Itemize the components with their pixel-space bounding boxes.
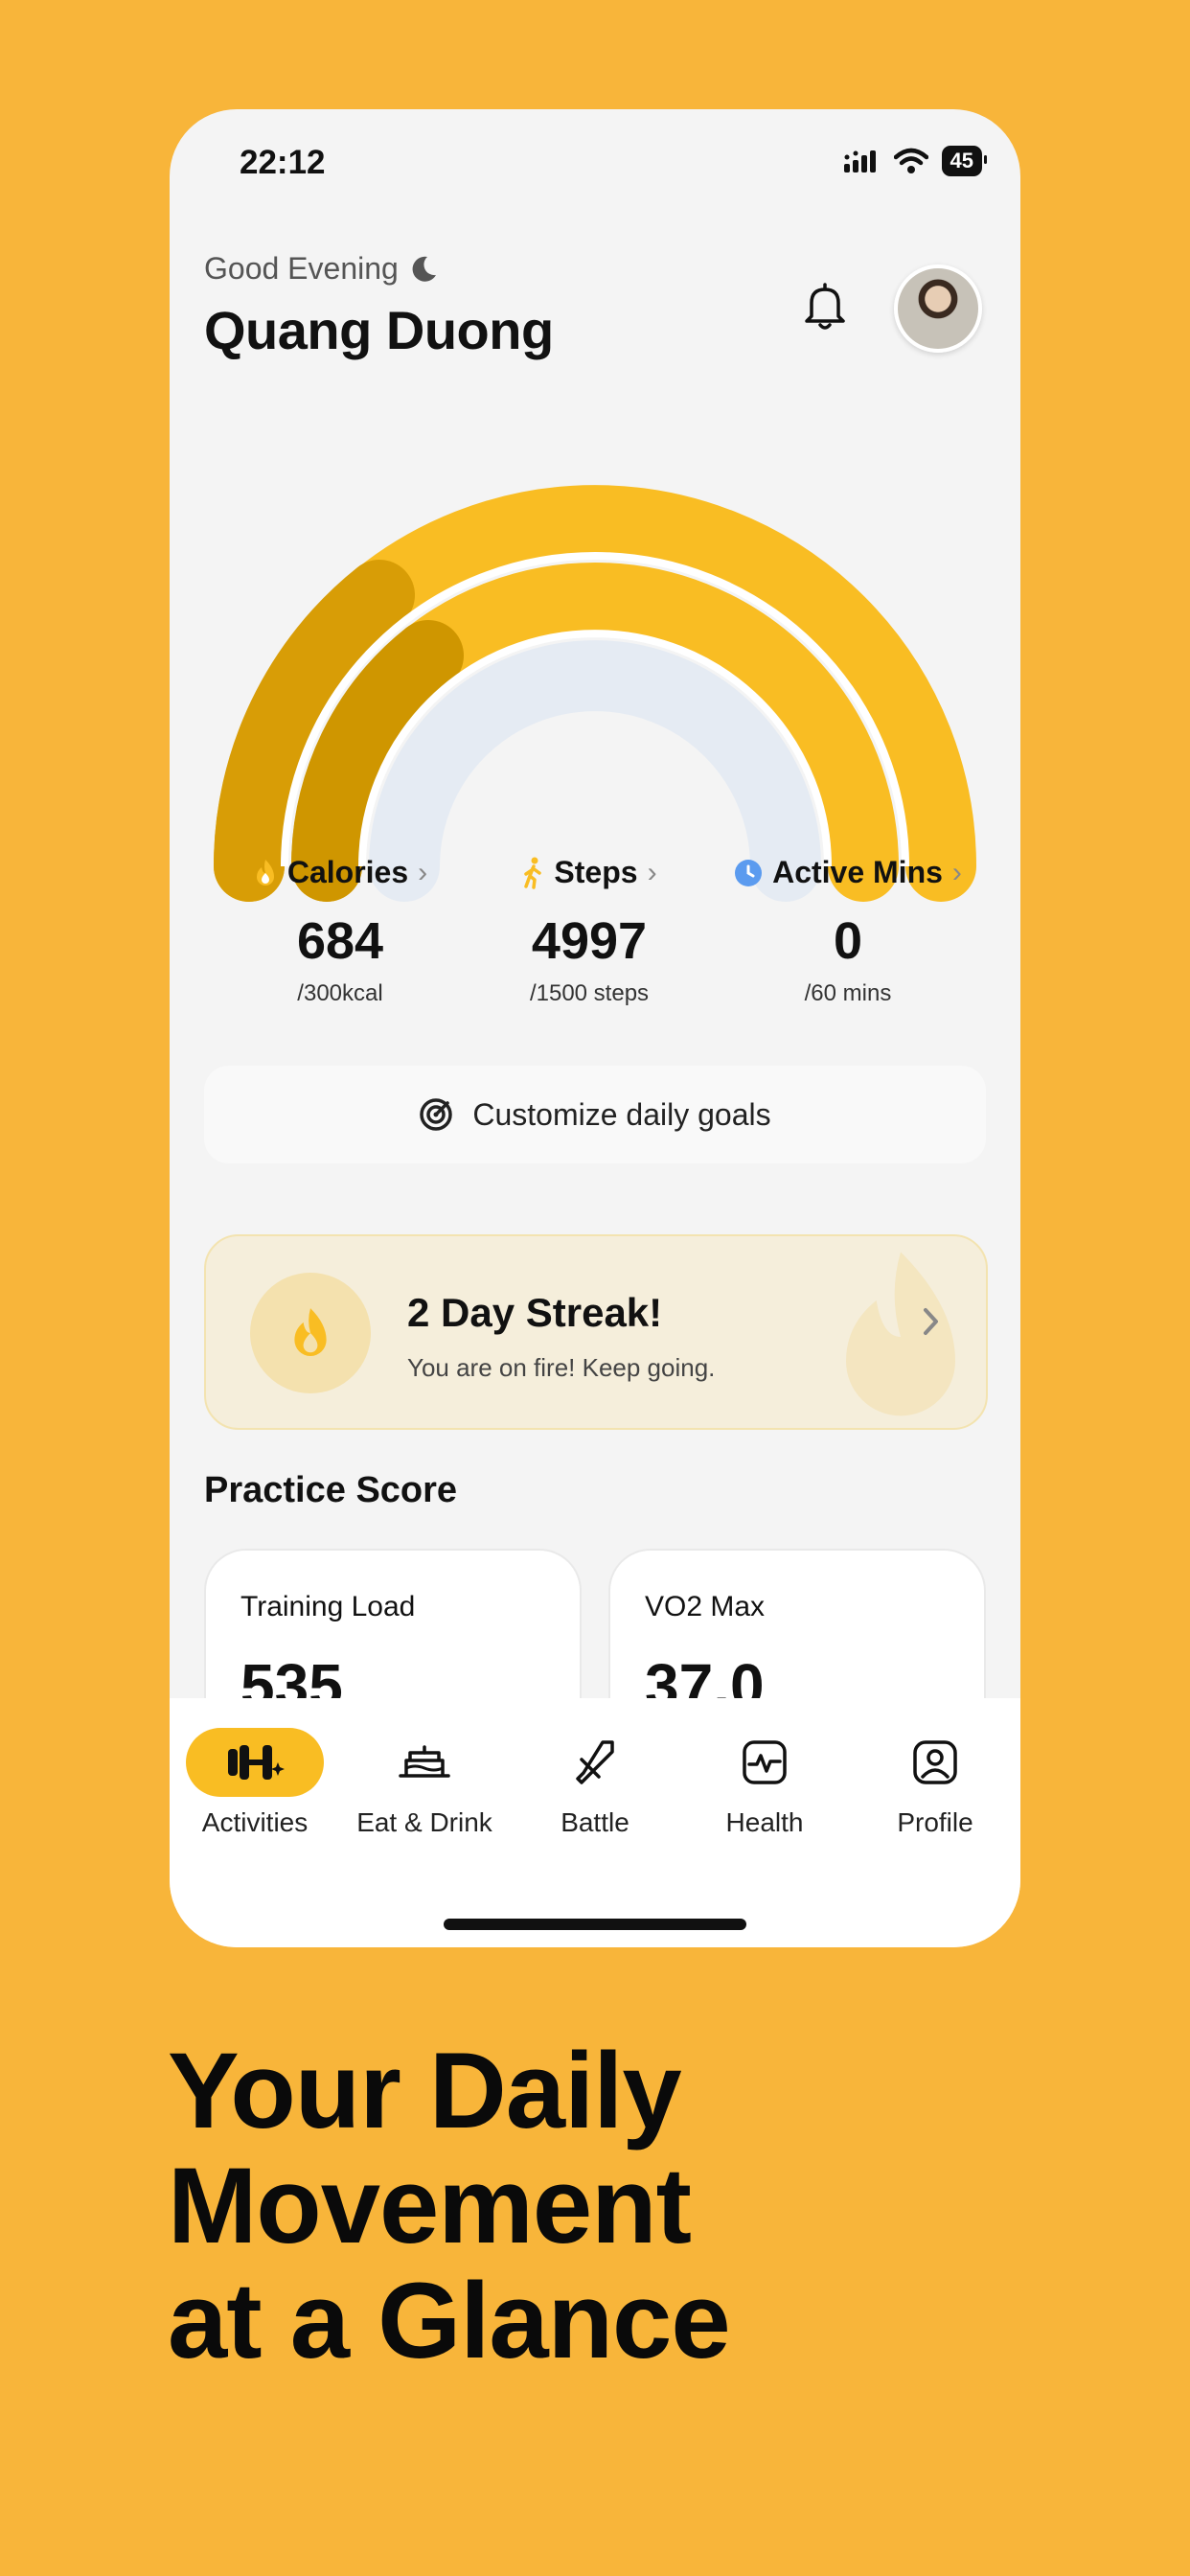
calories-label: Calories: [286, 855, 409, 889]
calories-stat[interactable]: Calories › 684 /300kcal: [206, 855, 474, 1007]
clock-icon: [735, 859, 763, 886]
activity-rings: [213, 485, 976, 902]
tab-label: Health: [725, 1807, 804, 1837]
active-mins-value: 0: [833, 912, 863, 970]
active-mins-label: Active Mins: [772, 855, 943, 889]
avatar[interactable]: [894, 264, 982, 353]
greeting-text: Good Evening: [204, 251, 399, 286]
battle-icon: [576, 1740, 614, 1784]
streak-title: 2 Day Streak!: [407, 1290, 663, 1335]
flame-icon: [294, 1308, 327, 1356]
daily-stats: Calories › 684 /300kcal Steps › 4997 /15…: [170, 855, 1020, 1046]
tab-label: Activities: [201, 1807, 309, 1837]
tab-label: Battle: [561, 1807, 629, 1837]
battery-indicator: 45: [941, 146, 988, 176]
active-mins-ring: [369, 640, 821, 902]
customize-goals-button[interactable]: Customize daily goals: [204, 1066, 986, 1163]
cake-icon: [399, 1745, 450, 1778]
steps-label: Steps: [554, 855, 638, 889]
dumbbell-icon: [228, 1745, 285, 1780]
marketing-headline: Your Daily Movement at a Glance: [168, 2031, 731, 2380]
flame-icon: [256, 859, 274, 886]
card-label: VO2 Max: [645, 1591, 766, 1622]
home-indicator: [444, 1919, 746, 1930]
calories-goal: /300kcal: [297, 980, 383, 1006]
signal-icon: [843, 150, 876, 172]
tab-activities[interactable]: Activities: [170, 1727, 340, 1838]
chevron-right-icon: ›: [418, 856, 428, 888]
tab-label: Profile: [897, 1807, 973, 1837]
tab-label: Eat & Drink: [356, 1807, 492, 1837]
tab-health[interactable]: Health: [679, 1727, 850, 1838]
practice-score-title: Practice Score: [204, 1470, 458, 1510]
streak-subtitle: You are on fire! Keep going.: [407, 1353, 716, 1382]
heart-monitor-icon: [743, 1740, 787, 1784]
steps-stat[interactable]: Steps › 4997 /1500 steps: [455, 855, 723, 1007]
headline-line: Movement: [168, 2146, 692, 2266]
active-mins-goal: /60 mins: [804, 980, 892, 1006]
user-icon: [913, 1740, 957, 1784]
headline-line: Your Daily: [168, 2031, 682, 2150]
tab-profile[interactable]: Profile: [850, 1727, 1020, 1838]
status-time: 22:12: [240, 144, 326, 181]
tab-bar: Activities Eat & Drink Battle Health Pro…: [170, 1698, 1020, 1947]
tab-battle[interactable]: Battle: [510, 1727, 680, 1838]
phone-screen: 22:12 45 Good Evening Quang Duong Calori…: [170, 109, 1020, 1947]
status-icons: 45: [843, 146, 988, 176]
streak-badge: [250, 1273, 371, 1393]
streak-card[interactable]: 2 Day Streak! You are on fire! Keep goin…: [204, 1234, 988, 1430]
target-icon: [420, 1098, 453, 1131]
chevron-right-icon: ›: [951, 856, 962, 888]
chevron-right-icon: ›: [647, 856, 657, 888]
tab-eat-drink[interactable]: Eat & Drink: [339, 1727, 510, 1838]
headline-line: at a Glance: [168, 2261, 731, 2380]
status-bar: 22:12 45: [170, 109, 1020, 215]
wifi-icon: [893, 148, 928, 173]
greeting: Good Evening: [204, 251, 439, 287]
chevron-right-icon: [924, 1308, 938, 1335]
flame-watermark-icon: [846, 1252, 955, 1416]
moon-icon: [412, 256, 436, 282]
card-label: Training Load: [240, 1591, 416, 1622]
customize-goals-label: Customize daily goals: [472, 1096, 771, 1132]
walking-icon: [524, 857, 542, 889]
notification-bell-icon[interactable]: [800, 280, 850, 334]
user-name: Quang Duong: [204, 300, 554, 360]
active-mins-stat[interactable]: Active Mins › 0 /60 mins: [714, 855, 982, 1007]
calories-value: 684: [296, 912, 384, 970]
steps-value: 4997: [531, 912, 648, 970]
steps-goal: /1500 steps: [529, 980, 650, 1006]
active-tab-indicator: [186, 1728, 324, 1797]
